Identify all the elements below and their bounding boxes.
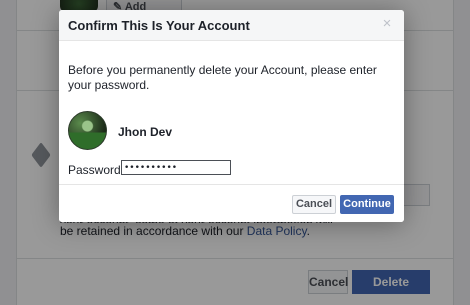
dialog-footer: Cancel Continue [59,184,404,222]
close-icon[interactable]: × [380,16,394,31]
continue-button[interactable]: Continue [340,195,394,214]
confirm-account-dialog: Confirm This Is Your Account × Before yo… [59,10,404,222]
password-field[interactable] [121,160,231,175]
password-label: Password: [68,163,125,177]
dialog-header: Confirm This Is Your Account × [59,10,404,41]
dialog-title: Confirm This Is Your Account [68,18,250,33]
instruction-text: Before you permanently delete your Accou… [68,63,377,92]
avatar [68,111,107,150]
dialog-body: Before you permanently delete your Accou… [59,41,404,184]
user-name: Jhon Dev [118,125,173,139]
cancel-button[interactable]: Cancel [292,195,336,214]
